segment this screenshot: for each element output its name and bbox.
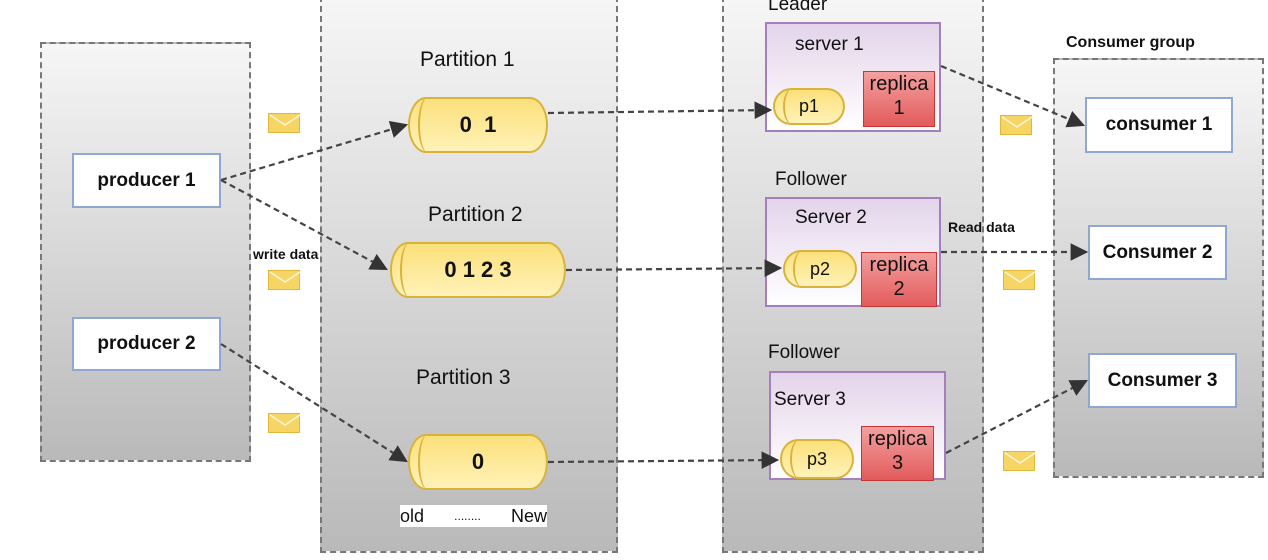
envelope-icon: [1000, 115, 1033, 135]
offsets: 0 1 2 3: [444, 257, 512, 282]
follower-label: Follower: [775, 169, 847, 190]
consumer-1: consumer 1: [1085, 97, 1233, 153]
offsets: 0 1: [459, 112, 497, 137]
replica-number: 3: [891, 452, 904, 474]
partition-p1: p1: [773, 88, 845, 125]
partition-3-label: Partition 3: [416, 366, 511, 389]
envelope-icon: [268, 270, 301, 290]
server-name: Server 3: [774, 389, 846, 410]
consumer-2: Consumer 2: [1088, 225, 1227, 280]
partition-2-label: Partition 2: [428, 203, 523, 226]
envelope-icon: [268, 413, 301, 433]
producer-group: [40, 42, 251, 462]
consumer-label: Consumer 2: [1102, 241, 1213, 263]
producer-2: producer 2: [72, 317, 221, 371]
consumer-label: consumer 1: [1105, 114, 1213, 135]
replica-label: replica: [868, 428, 927, 450]
producer-label: producer 1: [97, 169, 196, 191]
leader-label: Leader: [768, 0, 828, 15]
partition-1-log: 0 1: [408, 97, 548, 153]
server-2: Server 2 p2 replica 2: [765, 197, 941, 307]
server-name: server 1: [795, 34, 864, 55]
partition-name: p1: [798, 96, 820, 116]
server-3: Server 3 p3 replica 3: [769, 371, 946, 481]
envelope-icon: [1003, 451, 1036, 471]
follower-label: Follower: [768, 342, 840, 363]
new-label: New: [510, 505, 547, 526]
offsets: 0: [471, 449, 485, 474]
replica-label: replica: [869, 73, 929, 95]
consumer-label: Consumer 3: [1107, 369, 1218, 391]
replica-2: replica 2: [861, 252, 937, 307]
producer-1: producer 1: [72, 153, 221, 208]
old-label: old: [400, 505, 425, 526]
dots: ........: [454, 509, 481, 523]
partition-name: p2: [809, 258, 831, 279]
partition-p2: p2: [783, 250, 857, 288]
read-data-label: Read data: [948, 219, 1015, 235]
envelope-icon: [1003, 270, 1036, 290]
producer-label: producer 2: [97, 333, 196, 354]
partition-3-log: 0: [408, 434, 548, 490]
write-data-label: write data: [253, 246, 319, 262]
replica-number: 1: [893, 97, 905, 119]
partition-name: p3: [806, 448, 828, 469]
partition-2-log: 0 1 2 3: [390, 242, 566, 298]
replica-number: 2: [893, 278, 905, 300]
consumer-group-label: Consumer group: [1066, 34, 1195, 51]
replica-1: replica 1: [863, 71, 935, 127]
server-1: server 1 p1 replica 1: [765, 22, 941, 132]
partition-1-label: Partition 1: [420, 48, 515, 71]
replica-3: replica 3: [861, 426, 934, 481]
replica-label: replica: [869, 254, 929, 276]
partition-p3: p3: [780, 439, 854, 479]
server-name: Server 2: [795, 207, 867, 228]
envelope-icon: [268, 113, 301, 133]
consumer-3: Consumer 3: [1088, 353, 1237, 408]
offset-order-legend: old ........ New: [400, 505, 547, 527]
